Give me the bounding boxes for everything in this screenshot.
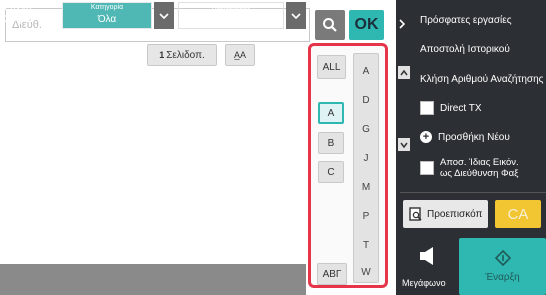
menu-send-history-label: Αποστολή Ιστορικού (420, 43, 510, 55)
menu-direct-tx[interactable]: Direct TX (416, 93, 546, 123)
menu-direct-tx-label: Direct TX (440, 102, 482, 114)
index-latin-a-label: A (327, 107, 335, 119)
page-order-icon: 1 (159, 50, 165, 60)
strip-letter-j[interactable]: J (354, 153, 378, 164)
index-all-button[interactable]: ALL (317, 55, 346, 79)
strip-letter-g[interactable]: G (354, 124, 378, 135)
frequent-use-label-1: Συχνή (4, 2, 32, 13)
frequent-use-button[interactable]: Συχνή Χρήση (4, 2, 58, 29)
index-all-label: ALL (322, 61, 341, 73)
strip-letter-p[interactable]: P (354, 211, 378, 222)
category-caption: Κατηγορία (90, 4, 124, 11)
menu-same-image-fax[interactable]: Αποσ. Ίδιας Εικόν. ως Διεύθυνση Φαξ (416, 151, 546, 185)
menu-scroll-down-button[interactable] (398, 138, 410, 151)
category-select[interactable]: Κατηγορία Όλα (62, 2, 152, 29)
limit-value: Φαξ (221, 14, 241, 25)
search-icon (323, 18, 337, 32)
start-icon (494, 250, 511, 266)
page-sort-button[interactable]: 1 Σελιδοπ. (147, 44, 217, 66)
chevron-up-icon (400, 69, 408, 75)
page-sort-label: Σελιδοπ. (166, 49, 205, 61)
direct-tx-checkbox[interactable] (420, 101, 434, 115)
letter-index-strip[interactable]: A D G J M P T W (353, 53, 379, 283)
chevron-right-icon (399, 19, 405, 29)
panel-collapse-button[interactable] (396, 14, 408, 34)
action-menu: Πρόσφατες εργασίες Αποστολή Ιστορικού Κλ… (416, 7, 546, 185)
index-latin-b-button[interactable]: B (318, 132, 344, 154)
index-latin-c-label: C (327, 166, 335, 178)
search-button[interactable] (315, 10, 345, 40)
strip-letter-a[interactable]: A (354, 66, 378, 77)
category-value: Όλα (97, 14, 117, 25)
menu-same-image-line1: Αποσ. Ίδιας Εικόν. (440, 157, 519, 168)
frequent-use-label-2: Χρήση (4, 14, 34, 25)
same-image-checkbox[interactable] (420, 161, 434, 175)
index-latin-a-button[interactable]: A (318, 102, 344, 124)
start-button[interactable]: Έναρξη (459, 238, 546, 295)
menu-search-number-call-label: Κλήση Αριθμού Αναζήτησης (420, 73, 544, 85)
menu-add-new[interactable]: + Προσθήκη Νέου (416, 123, 546, 151)
preview-button[interactable]: Προεπισκόπ (403, 200, 488, 228)
index-latin-c-button[interactable]: C (318, 161, 344, 183)
limit-select[interactable]: Περιορισμός Φαξ (178, 2, 284, 29)
index-latin-b-label: B (327, 137, 335, 149)
bottom-filter-bar (0, 264, 306, 295)
alpha-sort-button[interactable]: A̲A (225, 44, 255, 66)
speaker-button[interactable]: Μεγάφωνο (401, 238, 455, 292)
menu-search-number-call[interactable]: Κλήση Αριθμού Αναζήτησης (416, 65, 546, 93)
panel-divider (400, 192, 546, 193)
menu-add-new-label: Προσθήκη Νέου (438, 131, 510, 143)
menu-send-history[interactable]: Αποστολή Ιστορικού (416, 33, 546, 65)
preview-label: Προεπισκόπ (427, 208, 483, 220)
menu-same-image-text: Αποσ. Ίδιας Εικόν. ως Διεύθυνση Φαξ (440, 157, 519, 179)
chevron-down-icon (291, 12, 301, 19)
limit-dropdown-button[interactable] (286, 2, 306, 29)
menu-scroll-up-button[interactable] (398, 66, 410, 79)
category-dropdown-button[interactable] (154, 2, 174, 29)
speaker-icon (420, 247, 433, 265)
menu-recent-jobs-label: Πρόσφατες εργασίες (420, 14, 512, 26)
chevron-down-icon (159, 12, 169, 19)
alphabet-switch-label: ΑΒΓ (322, 268, 342, 280)
ok-button[interactable]: OK (349, 10, 384, 40)
speaker-label: Μεγάφωνο (402, 278, 446, 288)
preview-icon (409, 207, 422, 221)
ca-button[interactable]: CA (495, 200, 541, 228)
menu-same-image-line2: ως Διεύθυνση Φαξ (440, 168, 519, 179)
alpha-sort-icon: A̲A (233, 50, 246, 60)
limit-caption: Περιορισμός (211, 4, 251, 11)
strip-letter-w[interactable]: W (354, 267, 378, 278)
strip-letter-t[interactable]: T (354, 240, 378, 251)
plus-icon: + (420, 131, 432, 143)
chevron-down-icon (400, 142, 408, 148)
alphabet-switch-button[interactable]: ΑΒΓ (317, 263, 347, 285)
start-label: Έναρξη (485, 272, 520, 283)
strip-letter-m[interactable]: M (354, 182, 378, 193)
menu-recent-jobs[interactable]: Πρόσφατες εργασίες (416, 7, 546, 33)
strip-letter-d[interactable]: D (354, 95, 378, 106)
